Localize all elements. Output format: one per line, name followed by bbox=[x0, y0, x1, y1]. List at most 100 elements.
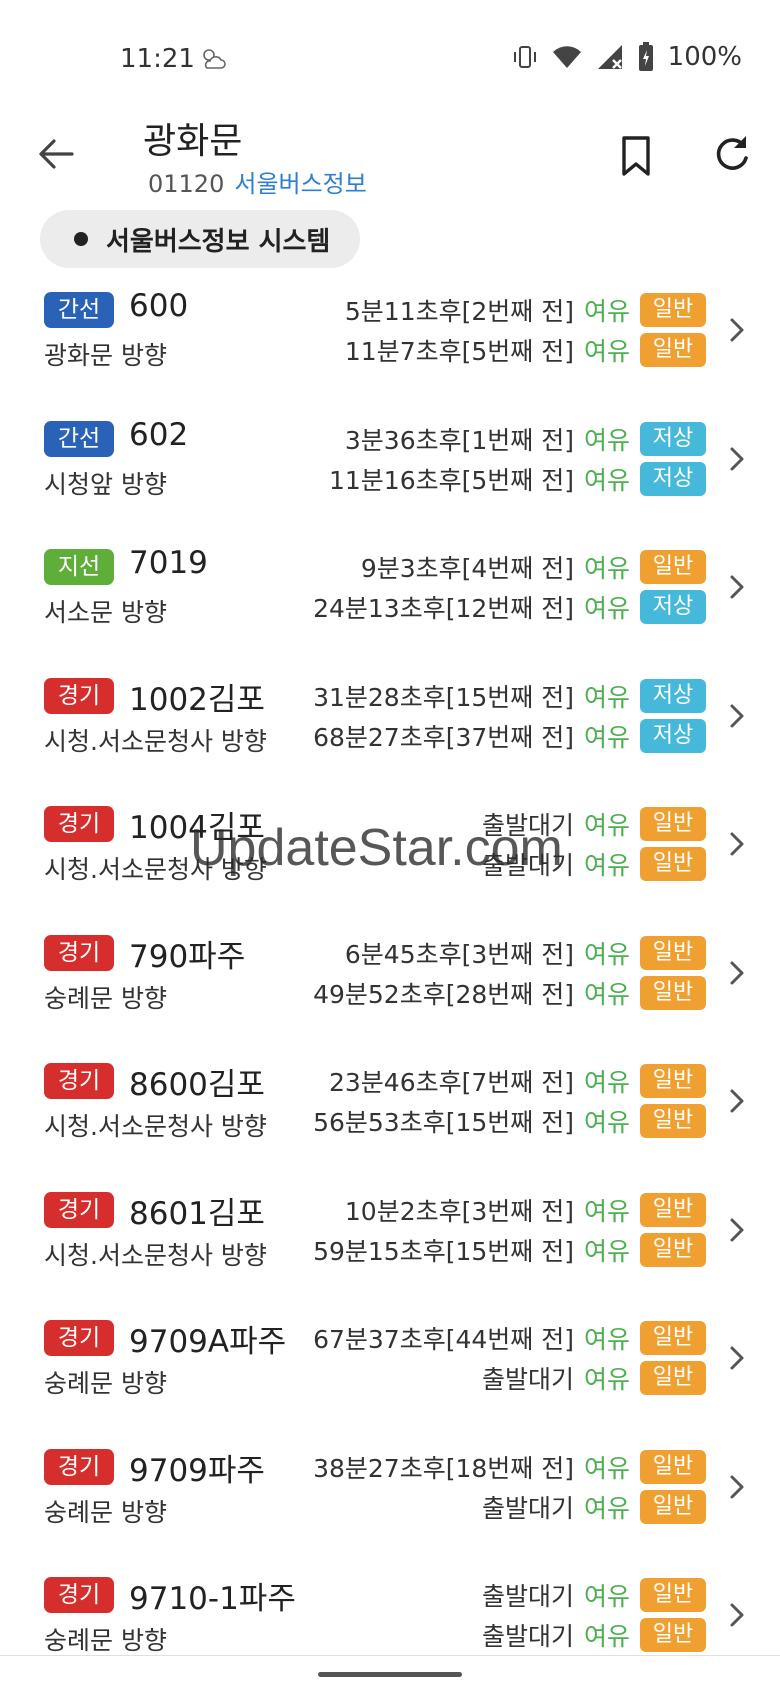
chevron-right-icon[interactable] bbox=[726, 830, 748, 858]
arrival-first: 31분28초후[15번째 전] 여유 저상 bbox=[313, 678, 706, 714]
bus-type-badge: 저상 bbox=[640, 421, 706, 456]
arrival-first: 9분3초후[4번째 전] 여유 일반 bbox=[361, 549, 706, 585]
chevron-right-icon[interactable] bbox=[726, 1216, 748, 1244]
arrival-first: 3분36초후[1번째 전] 여유 저상 bbox=[345, 421, 706, 457]
chevron-right-icon[interactable] bbox=[726, 445, 748, 473]
bus-type-badge: 저상 bbox=[640, 678, 706, 713]
route-row[interactable]: 경기 8601김포 시청.서소문청사 방향 10분2초후[3번째 전] 여유 일… bbox=[0, 1178, 780, 1307]
partly-cloudy-icon bbox=[203, 49, 226, 69]
stop-id: 01120 bbox=[148, 170, 225, 198]
bus-type-badge: 저상 bbox=[640, 461, 706, 496]
arrival-second: 11분7초후[5번째 전] 여유 일반 bbox=[345, 332, 706, 368]
signal-icon bbox=[597, 45, 622, 69]
arrival-time: 출발대기 bbox=[481, 851, 574, 880]
arrival-time: 68분27초후[37번째 전] bbox=[313, 722, 574, 752]
source-link[interactable]: 서울버스정보 bbox=[234, 170, 366, 198]
bus-type-badge: 일반 bbox=[640, 1192, 706, 1227]
bus-type-badge: 일반 bbox=[640, 1064, 706, 1098]
crowding-status: 여유 bbox=[583, 1068, 630, 1097]
arrival-time: 출발대기 bbox=[481, 1493, 574, 1523]
arrival-time: 59분15초후[15번째 전] bbox=[313, 1236, 574, 1266]
route-type-badge: 간선 bbox=[44, 420, 114, 457]
route-row[interactable]: 간선 600 광화문 방향 5분11초후[2번째 전] 여유 일반 11분7초후… bbox=[0, 278, 780, 407]
arrival-time: 3분36초후[1번째 전] bbox=[344, 425, 574, 455]
bus-type-badge: 일반 bbox=[640, 333, 706, 367]
route-row[interactable]: 지선 7019 서소문 방향 9분3초후[4번째 전] 여유 일반 24분13초… bbox=[0, 535, 780, 664]
chevron-right-icon[interactable] bbox=[726, 316, 748, 344]
bus-type-badge: 일반 bbox=[640, 293, 706, 327]
crowding-status: 여유 bbox=[583, 811, 630, 840]
battery-percent: 100% bbox=[667, 42, 742, 72]
route-row[interactable]: 간선 602 시청앞 방향 3분36초후[1번째 전] 여유 저상 11분16초… bbox=[0, 407, 780, 536]
arrival-time: 49분52초후[28번째 전] bbox=[313, 979, 574, 1009]
bus-type-badge: 일반 bbox=[640, 1618, 706, 1652]
crowding-status: 여유 bbox=[583, 465, 630, 495]
route-direction: 시청.서소문청사 방향 bbox=[44, 1240, 267, 1270]
arrival-time: 38분27초후[18번째 전] bbox=[313, 1453, 574, 1483]
stop-subtitle: 01120 서울버스정보 bbox=[148, 164, 367, 199]
crowding-status: 여유 bbox=[583, 337, 630, 366]
route-number: 1002김포 bbox=[129, 681, 265, 718]
chevron-right-icon[interactable] bbox=[726, 573, 748, 601]
bus-type-badge: 일반 bbox=[640, 1321, 706, 1355]
crowding-status: 여유 bbox=[583, 1622, 630, 1651]
arrival-time: 출발대기 bbox=[481, 811, 574, 840]
bus-type-badge: 일반 bbox=[640, 1449, 706, 1484]
route-direction: 시청.서소문청사 방향 bbox=[44, 1112, 267, 1141]
arrival-time: 31분28초후[15번째 전] bbox=[313, 682, 574, 712]
status-time: 11:21 bbox=[120, 44, 195, 74]
arrival-second: 68분27초후[37번째 전] 여유 저상 bbox=[313, 718, 706, 754]
chevron-right-icon[interactable] bbox=[726, 1087, 748, 1115]
route-number: 790파주 bbox=[129, 938, 246, 975]
route-number: 600 bbox=[129, 288, 189, 324]
route-number: 8601김포 bbox=[129, 1195, 265, 1232]
bus-type-badge: 일반 bbox=[640, 1232, 706, 1267]
crowding-status: 여유 bbox=[583, 297, 630, 326]
system-chip[interactable]: 서울버스정보 시스템 bbox=[40, 210, 361, 268]
chevron-right-icon[interactable] bbox=[726, 959, 748, 987]
route-row[interactable]: 경기 1002김포 시청.서소문청사 방향 31분28초후[15번째 전] 여유… bbox=[0, 664, 780, 793]
bus-type-badge: 저상 bbox=[640, 590, 706, 624]
home-indicator[interactable] bbox=[318, 1672, 462, 1677]
arrival-first: 38분27초후[18번째 전] 여유 일반 bbox=[313, 1449, 706, 1485]
vibrate-icon bbox=[513, 46, 536, 68]
crowding-status: 여유 bbox=[583, 1108, 630, 1137]
chevron-right-icon[interactable] bbox=[726, 1473, 748, 1501]
crowding-status: 여유 bbox=[583, 1196, 630, 1226]
route-type-badge: 경기 bbox=[44, 1448, 114, 1485]
chevron-right-icon[interactable] bbox=[726, 702, 748, 730]
arrival-time: 출발대기 bbox=[481, 1365, 574, 1394]
bookmark-icon[interactable] bbox=[616, 132, 656, 180]
route-number: 602 bbox=[129, 416, 189, 453]
arrival-time: 56분53초후[15번째 전] bbox=[313, 1108, 574, 1137]
arrival-time: 10분2초후[3번째 전] bbox=[344, 1196, 574, 1226]
crowding-status: 여유 bbox=[583, 1582, 630, 1611]
arrival-time: 6분45초후[3번째 전] bbox=[344, 939, 574, 969]
route-number: 9710-1파주 bbox=[129, 1581, 296, 1617]
crowding-status: 여유 bbox=[583, 1493, 630, 1523]
crowding-status: 여유 bbox=[583, 851, 630, 880]
back-arrow-icon[interactable] bbox=[34, 132, 78, 176]
chevron-right-icon[interactable] bbox=[726, 1601, 748, 1629]
route-row[interactable]: 경기 9710-1파주 숭례문 방향 출발대기 여유 일반 출발대기 여유 일반 bbox=[0, 1563, 780, 1690]
chevron-right-icon[interactable] bbox=[726, 1344, 748, 1372]
route-row[interactable]: 경기 9709A파주 숭례문 방향 67분37초후[44번째 전] 여유 일반 … bbox=[0, 1306, 780, 1435]
route-row[interactable]: 경기 790파주 숭례문 방향 6분45초후[3번째 전] 여유 일반 49분5… bbox=[0, 921, 780, 1050]
refresh-icon[interactable] bbox=[710, 132, 754, 176]
route-number: 9709파주 bbox=[129, 1452, 265, 1489]
route-row[interactable]: 경기 1004김포 시청.서소문청사 방향 출발대기 여유 일반 출발대기 여유… bbox=[0, 792, 780, 921]
crowding-status: 여유 bbox=[583, 939, 630, 969]
crowding-status: 여유 bbox=[583, 979, 630, 1009]
arrival-second: 11분16초후[5번째 전] 여유 저상 bbox=[329, 461, 706, 497]
bus-type-badge: 일반 bbox=[640, 807, 706, 841]
route-row[interactable]: 경기 9709파주 숭례문 방향 38분27초후[18번째 전] 여유 일반 출… bbox=[0, 1435, 780, 1564]
route-direction: 시청앞 방향 bbox=[44, 469, 167, 499]
route-type-badge: 간선 bbox=[44, 292, 114, 328]
bus-type-badge: 일반 bbox=[640, 975, 706, 1010]
arrival-first: 67분37초후[44번째 전] 여유 일반 bbox=[313, 1320, 706, 1356]
bus-type-badge: 일반 bbox=[640, 1578, 706, 1612]
arrival-time: 5분11초후[2번째 전] bbox=[344, 297, 574, 326]
arrival-time: 출발대기 bbox=[481, 1622, 574, 1651]
route-row[interactable]: 경기 8600김포 시청.서소문청사 방향 23분46초후[7번째 전] 여유 … bbox=[0, 1049, 780, 1178]
route-type-badge: 경기 bbox=[44, 677, 114, 714]
